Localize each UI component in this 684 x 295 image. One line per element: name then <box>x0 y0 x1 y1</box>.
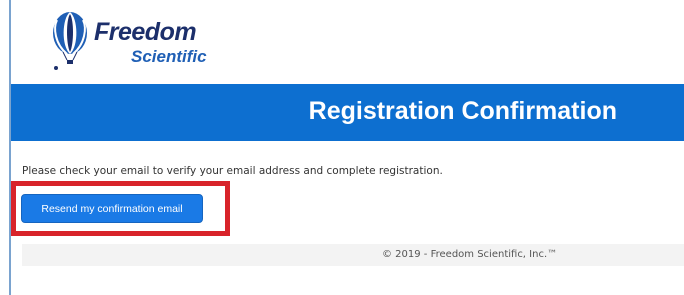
hot-air-balloon-icon <box>53 12 87 70</box>
site-header: Freedom Scientific <box>11 0 684 84</box>
resend-confirmation-button[interactable]: Resend my confirmation email <box>21 194 203 223</box>
logo-wordmark-scientific: Scientific <box>131 47 207 66</box>
freedom-scientific-logo[interactable]: Freedom Scientific <box>45 10 245 74</box>
verification-message: Please check your email to verify your e… <box>22 165 443 177</box>
title-banner: Registration Confirmation <box>11 84 684 141</box>
page-footer: © 2019 - Freedom Scientific, Inc.™ <box>22 244 684 266</box>
copyright-text: © 2019 - Freedom Scientific, Inc.™ <box>382 249 558 260</box>
logo-wordmark-freedom: Freedom <box>94 18 197 46</box>
page-title: Registration Confirmation <box>308 97 617 125</box>
